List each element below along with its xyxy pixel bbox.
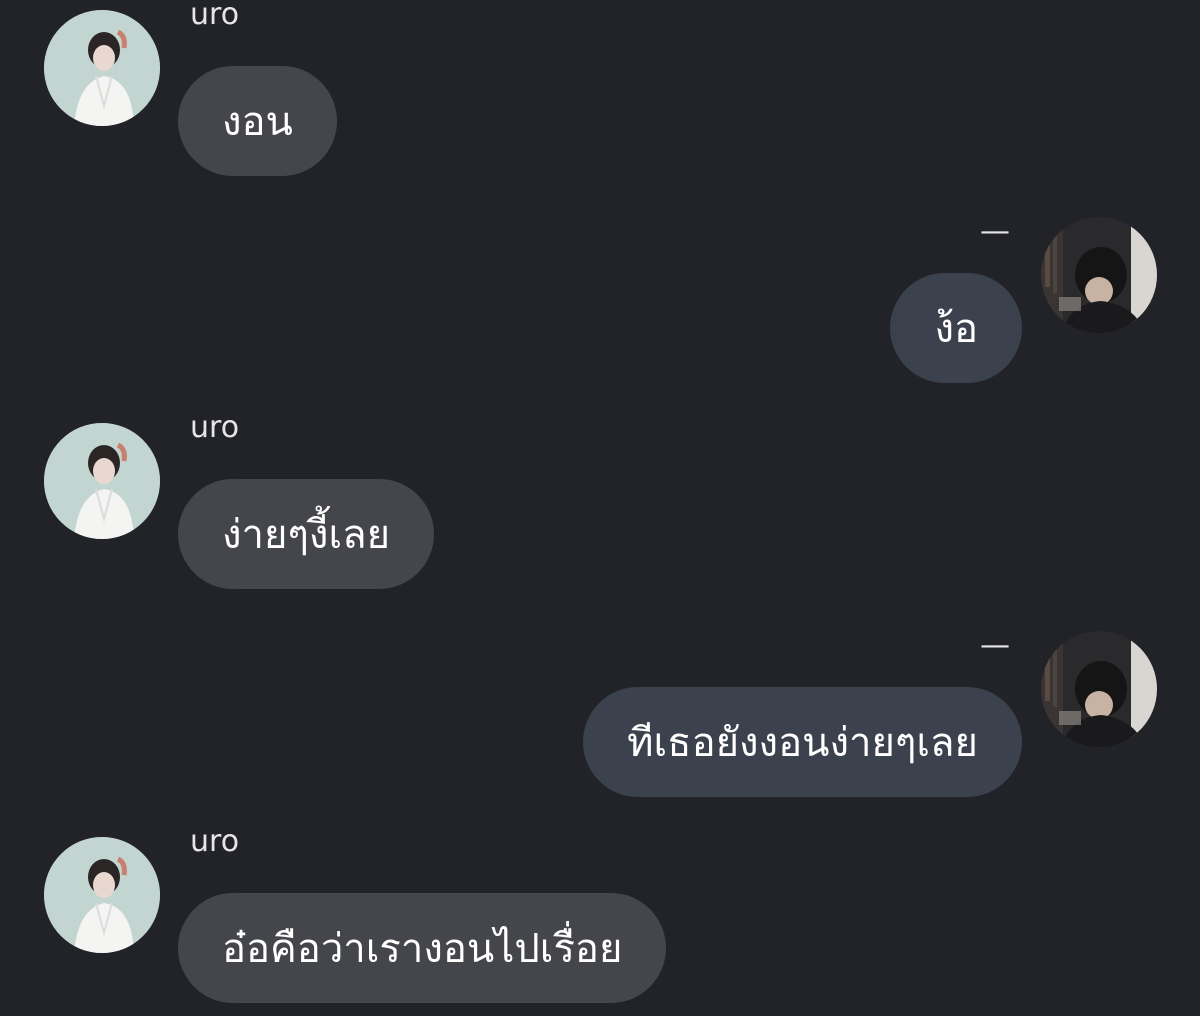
- message-bubble[interactable]: งอน: [178, 66, 337, 176]
- message-text: ทีเธอยังงอนง่ายๆเลย: [627, 720, 978, 766]
- message-incoming: uro อ๋อคือว่าเรางอนไปเรื่อย: [0, 827, 1200, 1007]
- sender-name: uro: [190, 410, 240, 445]
- message-outgoing: — ง้อ: [0, 217, 1200, 387]
- avatar-uro[interactable]: [44, 837, 160, 953]
- avatar-self[interactable]: [1041, 217, 1157, 333]
- profile-photo-icon: [1041, 217, 1157, 333]
- message-bubble[interactable]: ง่ายๆงี้เลย: [178, 479, 435, 589]
- message-bubble[interactable]: ง้อ: [890, 273, 1022, 383]
- profile-photo-icon: [44, 10, 160, 126]
- sender-name: uro: [190, 0, 240, 32]
- message-text: ง้อ: [934, 306, 978, 352]
- chat-thread[interactable]: uro งอน — ง้อ uro ง่ายๆงี้เลย — ทีเธอยัง…: [0, 0, 1200, 1016]
- avatar-uro[interactable]: [44, 423, 160, 539]
- sender-name: uro: [190, 824, 240, 859]
- message-text: งอน: [222, 99, 293, 145]
- message-text: ง่ายๆงี้เลย: [222, 512, 391, 558]
- message-incoming: uro งอน: [0, 0, 1200, 180]
- message-text: อ๋อคือว่าเรางอนไปเรื่อย: [222, 926, 623, 972]
- message-outgoing: — ทีเธอยังงอนง่ายๆเลย: [0, 631, 1200, 801]
- sender-name: —: [980, 214, 1010, 249]
- sender-name: —: [980, 628, 1010, 663]
- message-bubble[interactable]: อ๋อคือว่าเรางอนไปเรื่อย: [178, 893, 667, 1003]
- message-incoming: uro ง่ายๆงี้เลย: [0, 413, 1200, 593]
- message-bubble[interactable]: ทีเธอยังงอนง่ายๆเลย: [583, 687, 1022, 797]
- avatar-self[interactable]: [1041, 631, 1157, 747]
- profile-photo-icon: [44, 423, 160, 539]
- profile-photo-icon: [1041, 631, 1157, 747]
- profile-photo-icon: [44, 837, 160, 953]
- avatar-uro[interactable]: [44, 10, 160, 126]
